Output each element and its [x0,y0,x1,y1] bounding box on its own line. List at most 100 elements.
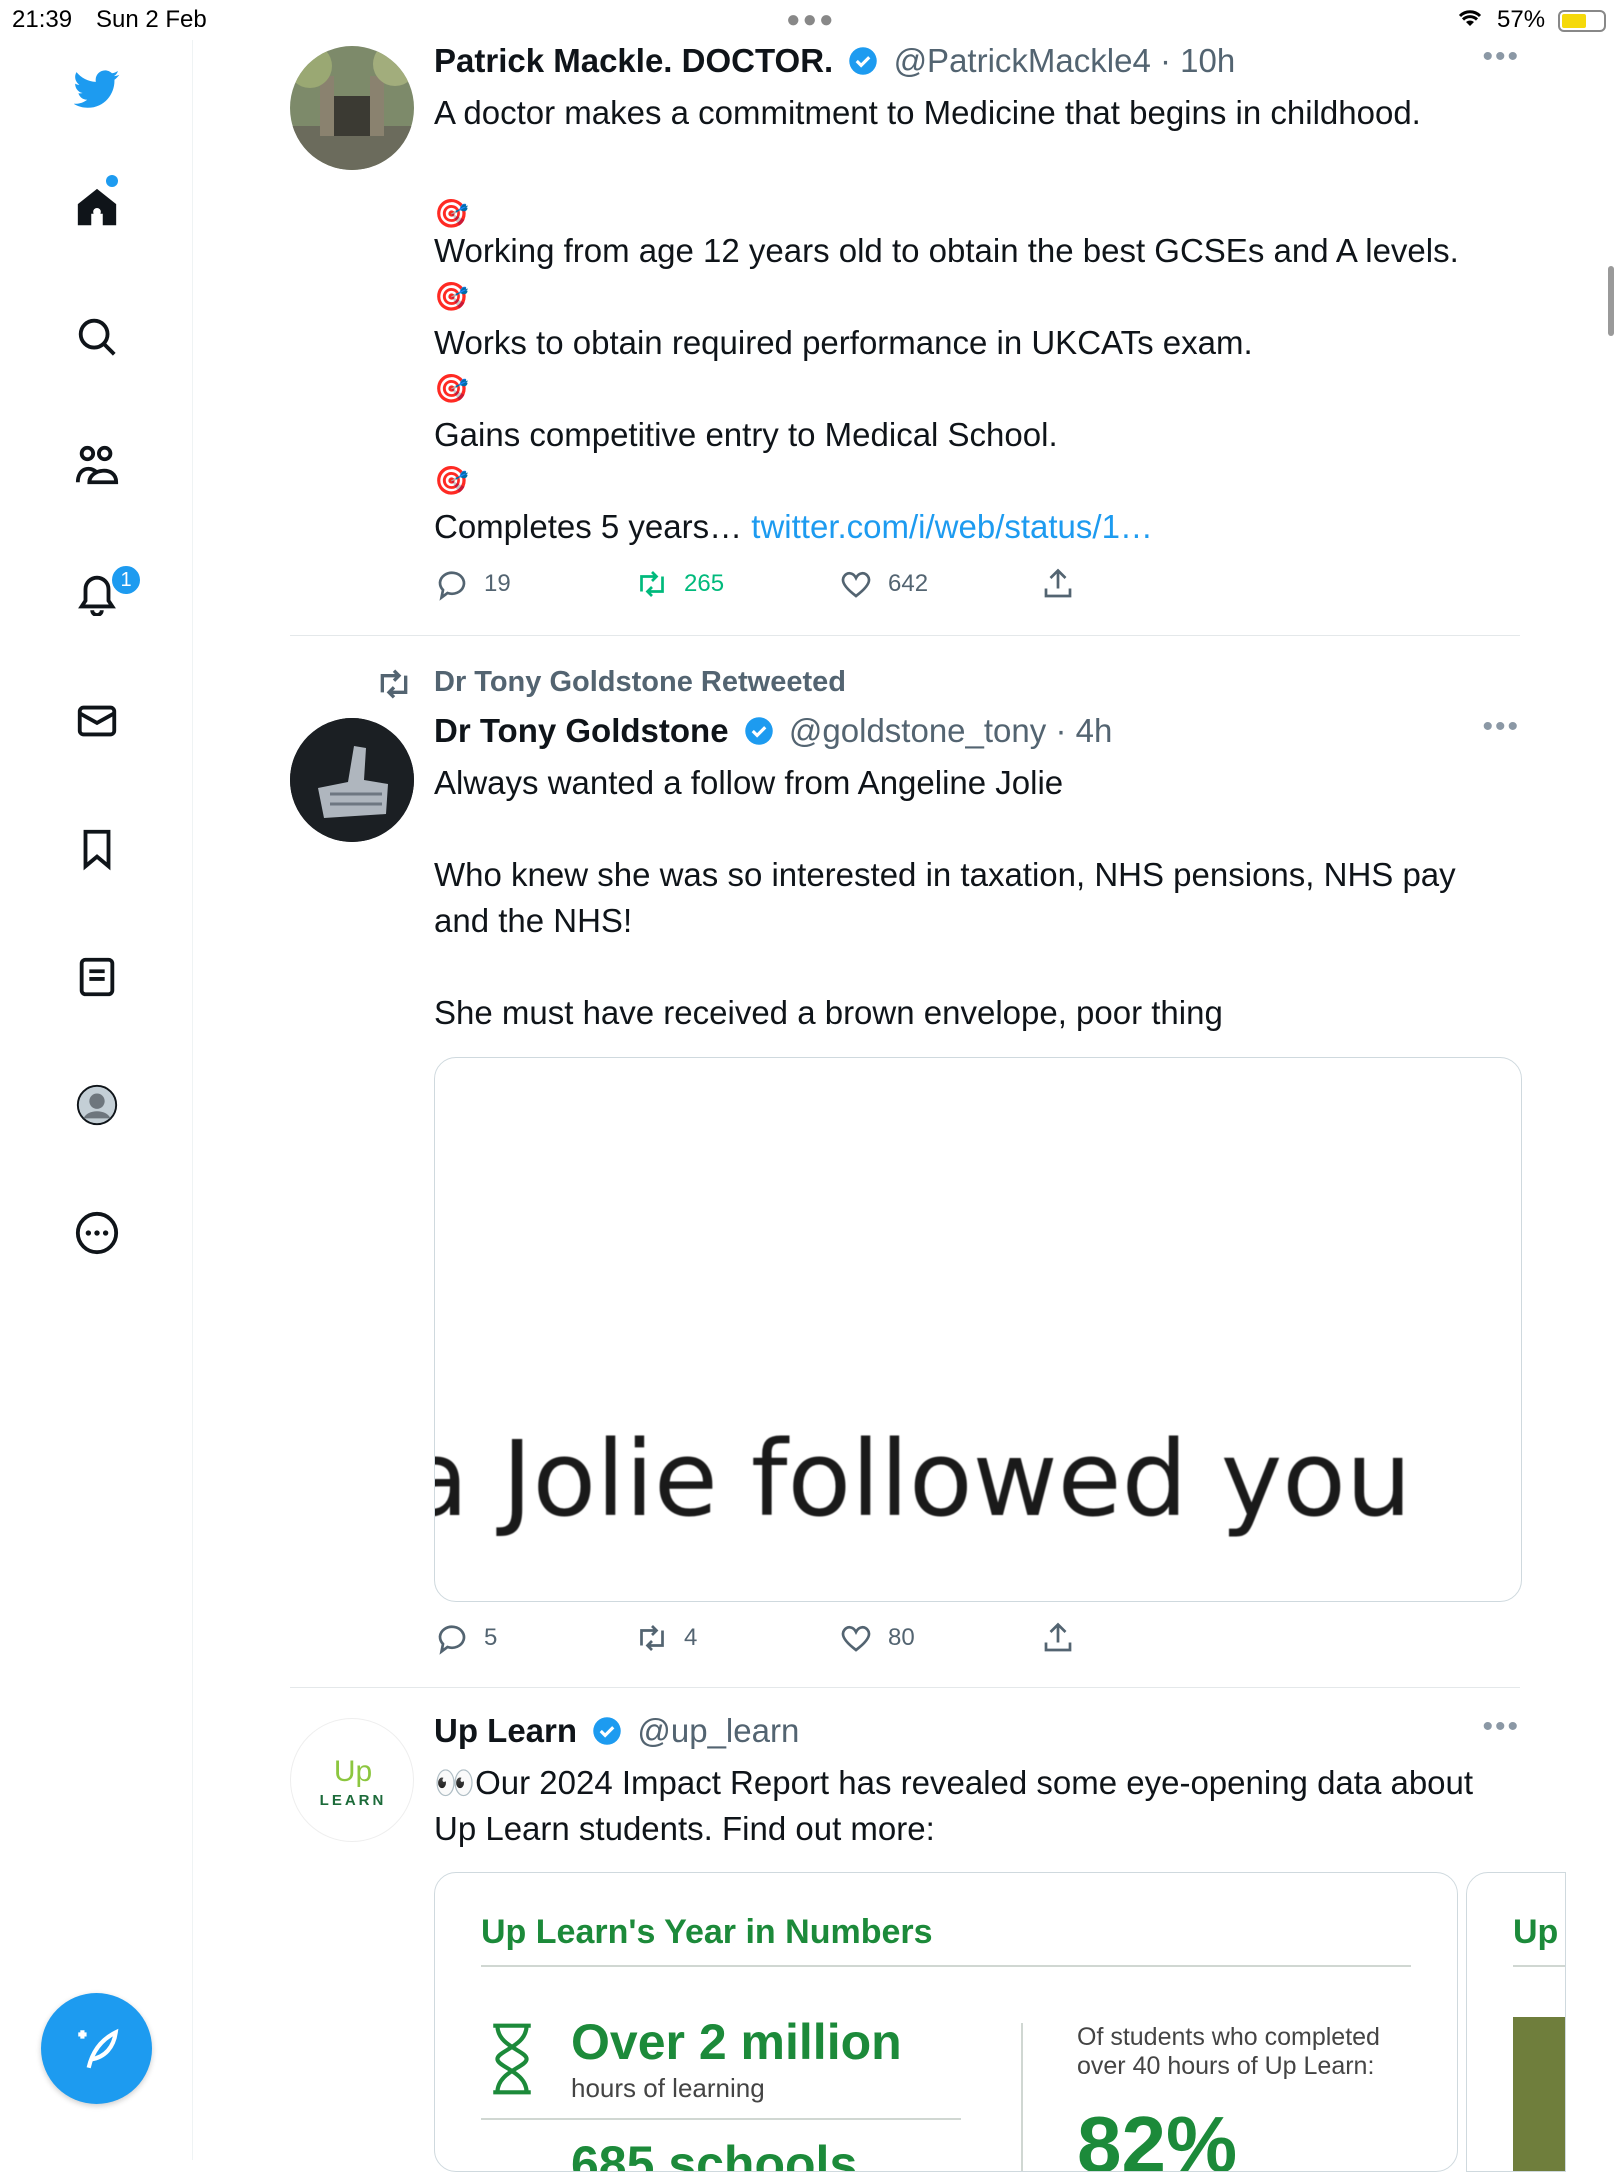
retweet-count: 265 [684,570,725,597]
tweet-text: 👀Our 2024 Impact Report has revealed som… [434,1764,1474,1847]
like-button[interactable]: 80 [838,1620,915,1656]
bookmark-icon [83,829,111,871]
retweet-button[interactable]: 265 [634,566,724,602]
verified-badge-icon [744,717,773,745]
status-time: 21:39 [12,6,73,33]
verified-badge-icon [593,1717,621,1745]
tweet-line: Working from age 12 years old to obtain … [434,232,1459,269]
tweet-actions: 19 265 642 [434,566,1334,606]
sidebar: 1 [0,40,193,2160]
reply-icon [438,1625,466,1655]
tweet-line: A doctor makes a commitment to Medicine … [434,94,1421,131]
share-icon [1044,568,1072,598]
target-emoji: 🎯 [434,198,469,229]
feather-plus-icon [77,2028,118,2068]
compose-tweet-button[interactable] [41,1993,152,2104]
share-button[interactable] [1040,566,1076,602]
avatar-patrick-mackle[interactable] [290,46,414,170]
communities-nav[interactable] [62,430,132,500]
author-name[interactable]: Up Learn [434,1712,577,1749]
card-rule [481,2118,961,2120]
author-handle[interactable]: @PatrickMackle4 [894,42,1151,79]
author-name[interactable]: Patrick Mackle. DOCTOR. [434,42,833,79]
author-handle[interactable]: @up_learn [637,1712,799,1749]
retweet-button[interactable]: 4 [634,1620,697,1656]
author-name[interactable]: Dr Tony Goldstone [434,712,729,749]
verified-badge-icon [849,47,878,75]
tweet-media-image[interactable]: a Jolie followed you [434,1057,1522,1602]
like-button[interactable]: 642 [838,566,928,602]
search-nav[interactable] [62,302,132,372]
messages-nav[interactable] [62,686,132,756]
tweet-actions: 5 4 80 [434,1620,1334,1660]
retweet-small-icon [380,669,408,699]
stat-hours-label: hours of learning [571,2073,765,2103]
tweet-divider [290,1687,1520,1688]
tweet-patrick-mackle[interactable]: Patrick Mackle. DOCTOR. @PatrickMackle4 … [290,40,1520,606]
tweet-time[interactable]: · 10h [1160,42,1235,79]
card-vertical-rule [1021,2023,1023,2171]
hourglass-icon [493,2023,531,2095]
share-icon [1044,1622,1072,1652]
list-icon [79,957,115,997]
battery-icon [1558,10,1606,32]
tweet-card-next[interactable]: Up [1466,1872,1566,2172]
profile-avatar-icon [76,1084,118,1126]
next-card-photo [1513,2017,1565,2171]
retweeted-by-label[interactable]: Dr Tony Goldstone Retweeted [434,666,846,699]
multitask-dots[interactable]: ●●● [786,6,836,34]
search-icon [78,318,116,356]
profile-nav[interactable] [62,1070,132,1140]
reply-count: 5 [484,1624,498,1651]
notifications-badge: 1 [110,564,142,596]
communities-icon [75,445,119,485]
status-date: Sun 2 Feb [96,6,207,33]
card-title: Up Learn's Year in Numbers [481,1913,933,1951]
tweet-line: She must have received a brown envelope,… [434,994,1223,1031]
up-learn-logo: Up LEARN [320,1755,387,1809]
home-unread-dot [106,175,118,187]
tweet-more-button[interactable]: ••• [1482,1710,1520,1744]
avatar-tony-goldstone[interactable] [290,718,414,842]
like-count: 80 [888,1624,915,1651]
retweet-icon [640,571,664,597]
avatar-up-learn[interactable]: Up LEARN [290,1718,414,1842]
tweet-divider [290,635,1520,636]
stat-students-value: 82% [1077,2100,1238,2172]
twitter-logo-icon[interactable] [62,54,132,124]
tweet-line: Always wanted a follow from Angeline Jol… [434,764,1064,801]
lists-nav[interactable] [62,942,132,1012]
reply-button[interactable]: 5 [434,1620,497,1656]
status-bar: 21:39 Sun 2 Feb ●●● 57% [0,0,1620,40]
tweet-card-image[interactable]: Up Learn's Year in Numbers Over 2 millio… [434,1872,1458,2172]
author-handle[interactable]: @goldstone_tony [789,712,1046,749]
tweet-link[interactable]: twitter.com/i/web/status/1… [751,508,1153,545]
target-emoji: 🎯 [434,465,469,496]
share-button[interactable] [1040,1620,1076,1656]
tweet-time[interactable]: · 4h [1055,712,1112,749]
tweet-line: Gains competitive entry to Medical Schoo… [434,416,1058,453]
tweet-text: Always wanted a follow from Angeline Jol… [434,760,1514,1036]
reply-button[interactable]: 19 [434,566,511,602]
svg-text:LEARN: LEARN [320,1792,387,1809]
heart-icon [841,1625,871,1652]
wifi-icon [1456,6,1484,37]
tweet-more-button[interactable]: ••• [1482,710,1520,744]
like-count: 642 [888,570,929,597]
tweet-actions-wrapper: 5 4 80 [290,1620,1520,1670]
more-circle-icon [75,1211,119,1255]
stat-schools-value: 685 schools [571,2136,858,2172]
tweet-more-button[interactable]: ••• [1482,40,1520,74]
more-nav[interactable] [62,1198,132,1268]
envelope-icon [77,705,117,737]
target-emoji: 🎯 [434,281,469,312]
scrollbar[interactable] [1608,266,1614,336]
bookmarks-nav[interactable] [62,814,132,884]
reply-icon [438,571,466,601]
retweet-count: 4 [684,1624,698,1651]
home-nav[interactable] [62,173,132,243]
notifications-nav[interactable]: 1 [62,558,142,628]
card-rule [481,1965,1411,1967]
heart-icon [841,571,871,598]
stat-hours-value: Over 2 million [571,2014,902,2070]
